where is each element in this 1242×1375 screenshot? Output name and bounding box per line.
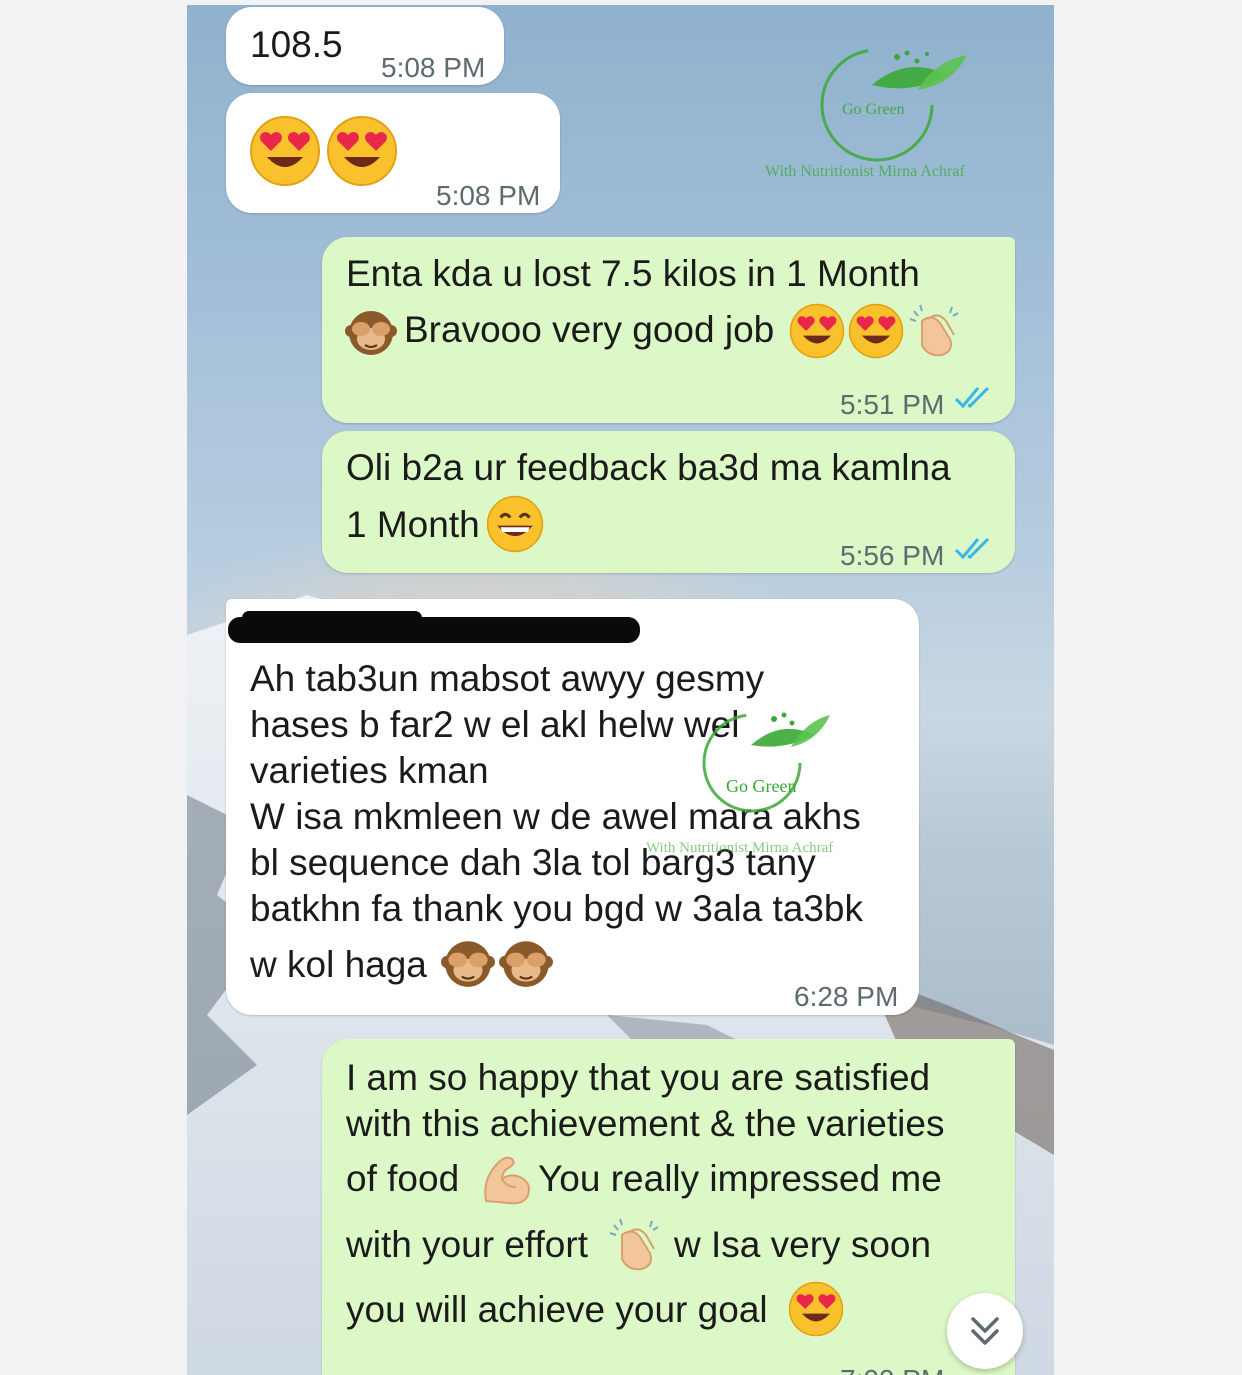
message-text-line: varieties kman bbox=[250, 750, 489, 791]
scroll-to-bottom-button[interactable] bbox=[947, 1293, 1023, 1369]
heart-eyes-emoji-icon bbox=[250, 116, 320, 186]
outgoing-message-bubble[interactable]: I am so happy that you are satisfied wit… bbox=[322, 1039, 1015, 1375]
see-no-evil-monkey-emoji-icon bbox=[345, 311, 397, 355]
message-text-line: hases b far2 w el akl helw wel bbox=[250, 704, 740, 745]
message-text-line: w Isa very soon bbox=[674, 1224, 932, 1265]
watermark-brand: Go Green bbox=[726, 776, 797, 796]
message-text: 108.5 bbox=[250, 24, 343, 65]
message-text-line: Ah tab3un mabsot awyy gesmy bbox=[250, 658, 765, 699]
message-text-line: I am so happy that you are satisfied bbox=[346, 1057, 931, 1098]
incoming-message-bubble[interactable]: 5:08 PM bbox=[226, 93, 560, 213]
message-text-line: Bravooo very good job bbox=[404, 309, 775, 350]
message-text-line: batkhn fa thank you bgd w 3ala ta3bk bbox=[250, 888, 863, 929]
message-time: 5:08 PM bbox=[436, 180, 541, 211]
heart-eyes-emoji-icon bbox=[788, 1281, 844, 1337]
message-text-line: of food bbox=[346, 1158, 460, 1199]
see-no-evil-monkey-emoji-icon bbox=[499, 941, 553, 987]
message-time: 7:00 PM bbox=[840, 1357, 944, 1375]
message-time: 5:56 PM bbox=[840, 540, 945, 571]
message-text-line: Oli b2a ur feedback ba3d ma kamlna bbox=[346, 447, 951, 488]
message-text-line: You really impressed me bbox=[538, 1158, 942, 1199]
watermark-tagline: With Nutritionist Mirna Achraf bbox=[765, 163, 965, 180]
incoming-message-bubble[interactable]: Ah tab3un mabsot awyy gesmy hases b far2… bbox=[226, 599, 919, 1015]
message-text-line: Enta kda u lost 7.5 kilos in 1 Month bbox=[346, 253, 920, 294]
read-receipt-ticks-icon bbox=[954, 537, 990, 560]
message-time: 5:08 PM bbox=[381, 52, 486, 83]
flexed-biceps-emoji-icon bbox=[484, 1156, 530, 1205]
chat-background: Go Green With Nutritionist Mirna Achraf … bbox=[187, 5, 1054, 1375]
message-text-line: w kol haga bbox=[250, 944, 427, 985]
heart-eyes-emoji-icon bbox=[848, 303, 904, 359]
read-receipt-ticks-icon bbox=[954, 386, 990, 409]
double-chevron-down-icon bbox=[971, 1317, 999, 1345]
clapping-hands-emoji-icon bbox=[609, 1218, 659, 1271]
outgoing-message-bubble[interactable]: Oli b2a ur feedback ba3d ma kamlna 1 Mon… bbox=[322, 431, 1015, 573]
heart-eyes-emoji-icon bbox=[327, 116, 397, 186]
message-text-line: 1 Month bbox=[346, 504, 480, 545]
see-no-evil-monkey-emoji-icon bbox=[441, 941, 495, 987]
message-text-line: with your effort bbox=[346, 1224, 588, 1265]
message-time: 5:51 PM bbox=[840, 389, 945, 420]
message-text-line: you will achieve your goal bbox=[346, 1289, 768, 1330]
message-text-line: with this achievement & the varieties bbox=[346, 1103, 945, 1144]
clapping-hands-emoji-icon bbox=[909, 304, 959, 357]
watermark-brand: Go Green bbox=[842, 101, 905, 118]
outgoing-message-bubble[interactable]: Enta kda u lost 7.5 kilos in 1 Month Bra… bbox=[322, 237, 1015, 423]
grinning-emoji-icon bbox=[486, 495, 544, 553]
heart-eyes-emoji-icon bbox=[789, 303, 845, 359]
incoming-message-bubble[interactable]: 108.5 5:08 PM bbox=[226, 7, 504, 85]
watermark-tagline: With Nutritionist Mirna Achraf bbox=[646, 840, 834, 856]
redacted-sender-name bbox=[242, 611, 422, 625]
message-time: 6:28 PM bbox=[794, 981, 899, 1012]
